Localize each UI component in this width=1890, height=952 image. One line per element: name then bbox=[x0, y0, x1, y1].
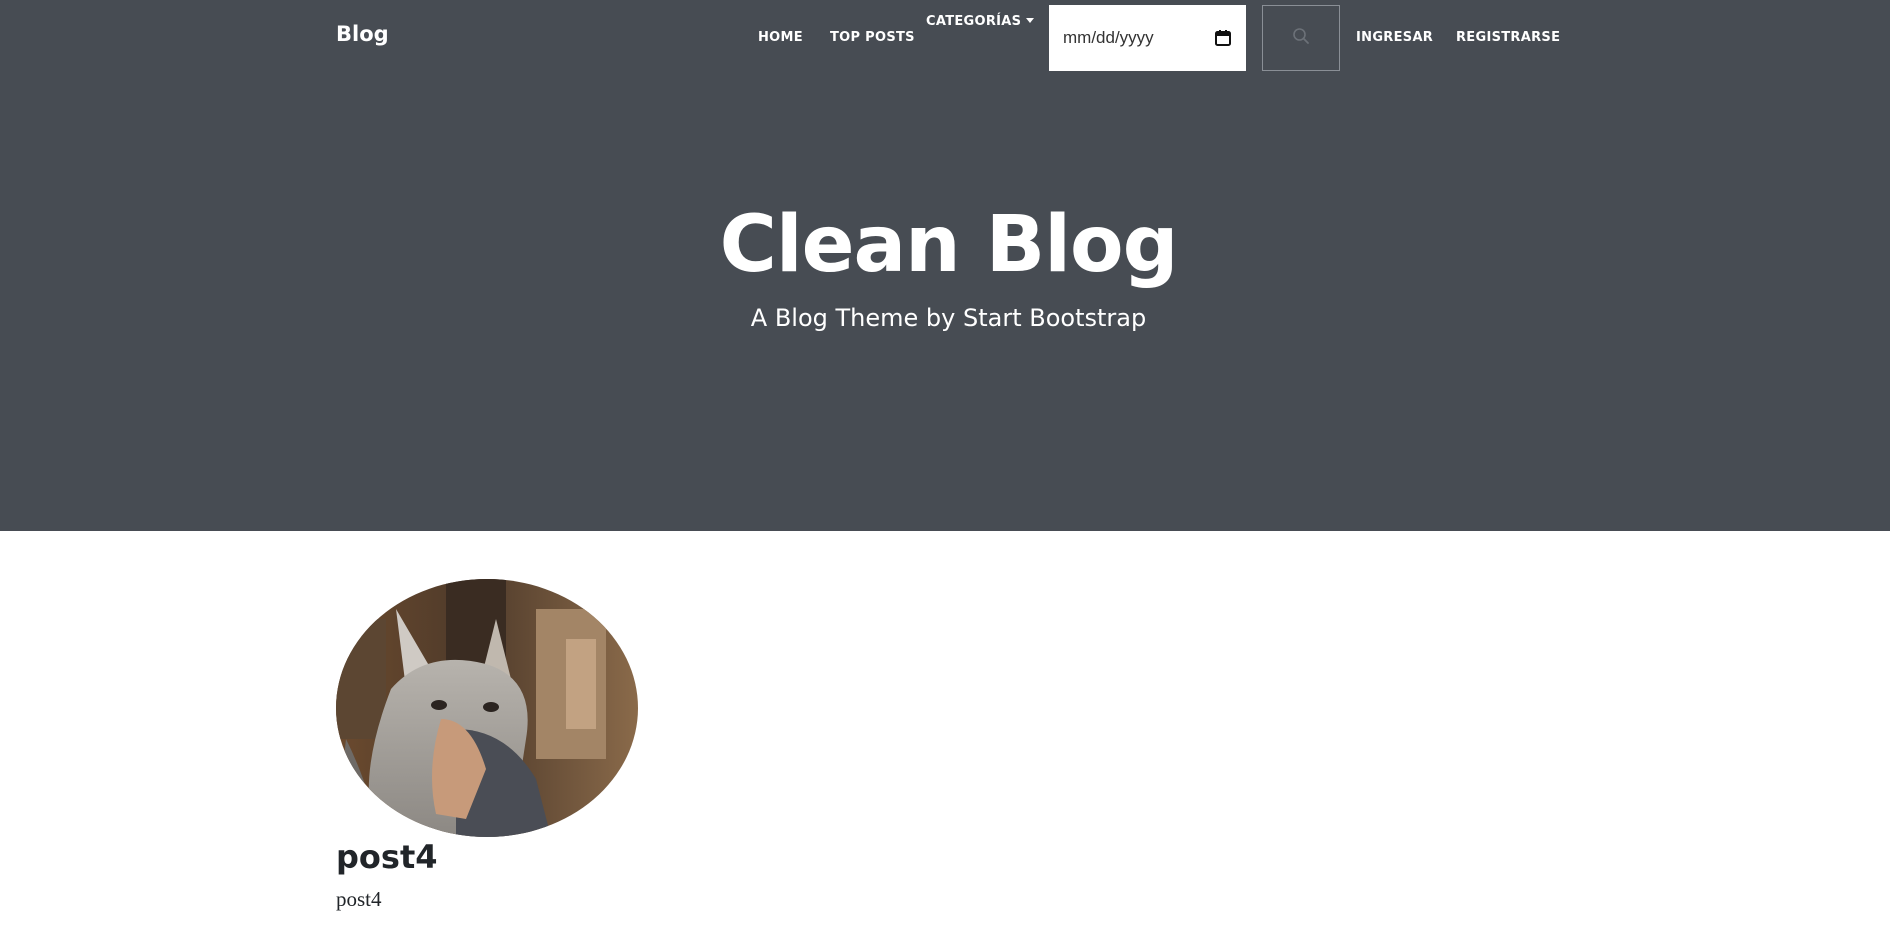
search-icon bbox=[1292, 27, 1310, 50]
nav-link-top-posts[interactable]: TOP POSTS bbox=[830, 30, 915, 45]
post-title[interactable]: post4 bbox=[336, 838, 438, 876]
nav-dropdown-categories-label: CATEGORÍAS bbox=[926, 14, 1022, 29]
masthead: Blog HOME TOP POSTS CATEGORÍAS mm/dd/yyy… bbox=[0, 0, 1890, 531]
date-input[interactable]: mm/dd/yyyy bbox=[1049, 5, 1246, 71]
post-thumbnail[interactable] bbox=[336, 579, 638, 837]
nav-link-login[interactable]: INGRESAR bbox=[1356, 30, 1433, 45]
site-subtitle: A Blog Theme by Start Bootstrap bbox=[750, 304, 1147, 332]
date-input-placeholder: mm/dd/yyyy bbox=[1063, 28, 1154, 47]
navbar-brand[interactable]: Blog bbox=[336, 22, 389, 46]
nav-link-register[interactable]: REGISTRARSE bbox=[1456, 30, 1560, 45]
calendar-icon[interactable] bbox=[1214, 29, 1232, 47]
nav-link-home[interactable]: HOME bbox=[758, 30, 803, 45]
nav-dropdown-categories[interactable]: CATEGORÍAS bbox=[926, 14, 1035, 29]
caret-down-icon bbox=[1026, 18, 1035, 23]
post-subtitle: post4 bbox=[336, 887, 382, 911]
site-title: Clean Blog bbox=[719, 200, 1179, 290]
search-button[interactable] bbox=[1262, 5, 1340, 71]
